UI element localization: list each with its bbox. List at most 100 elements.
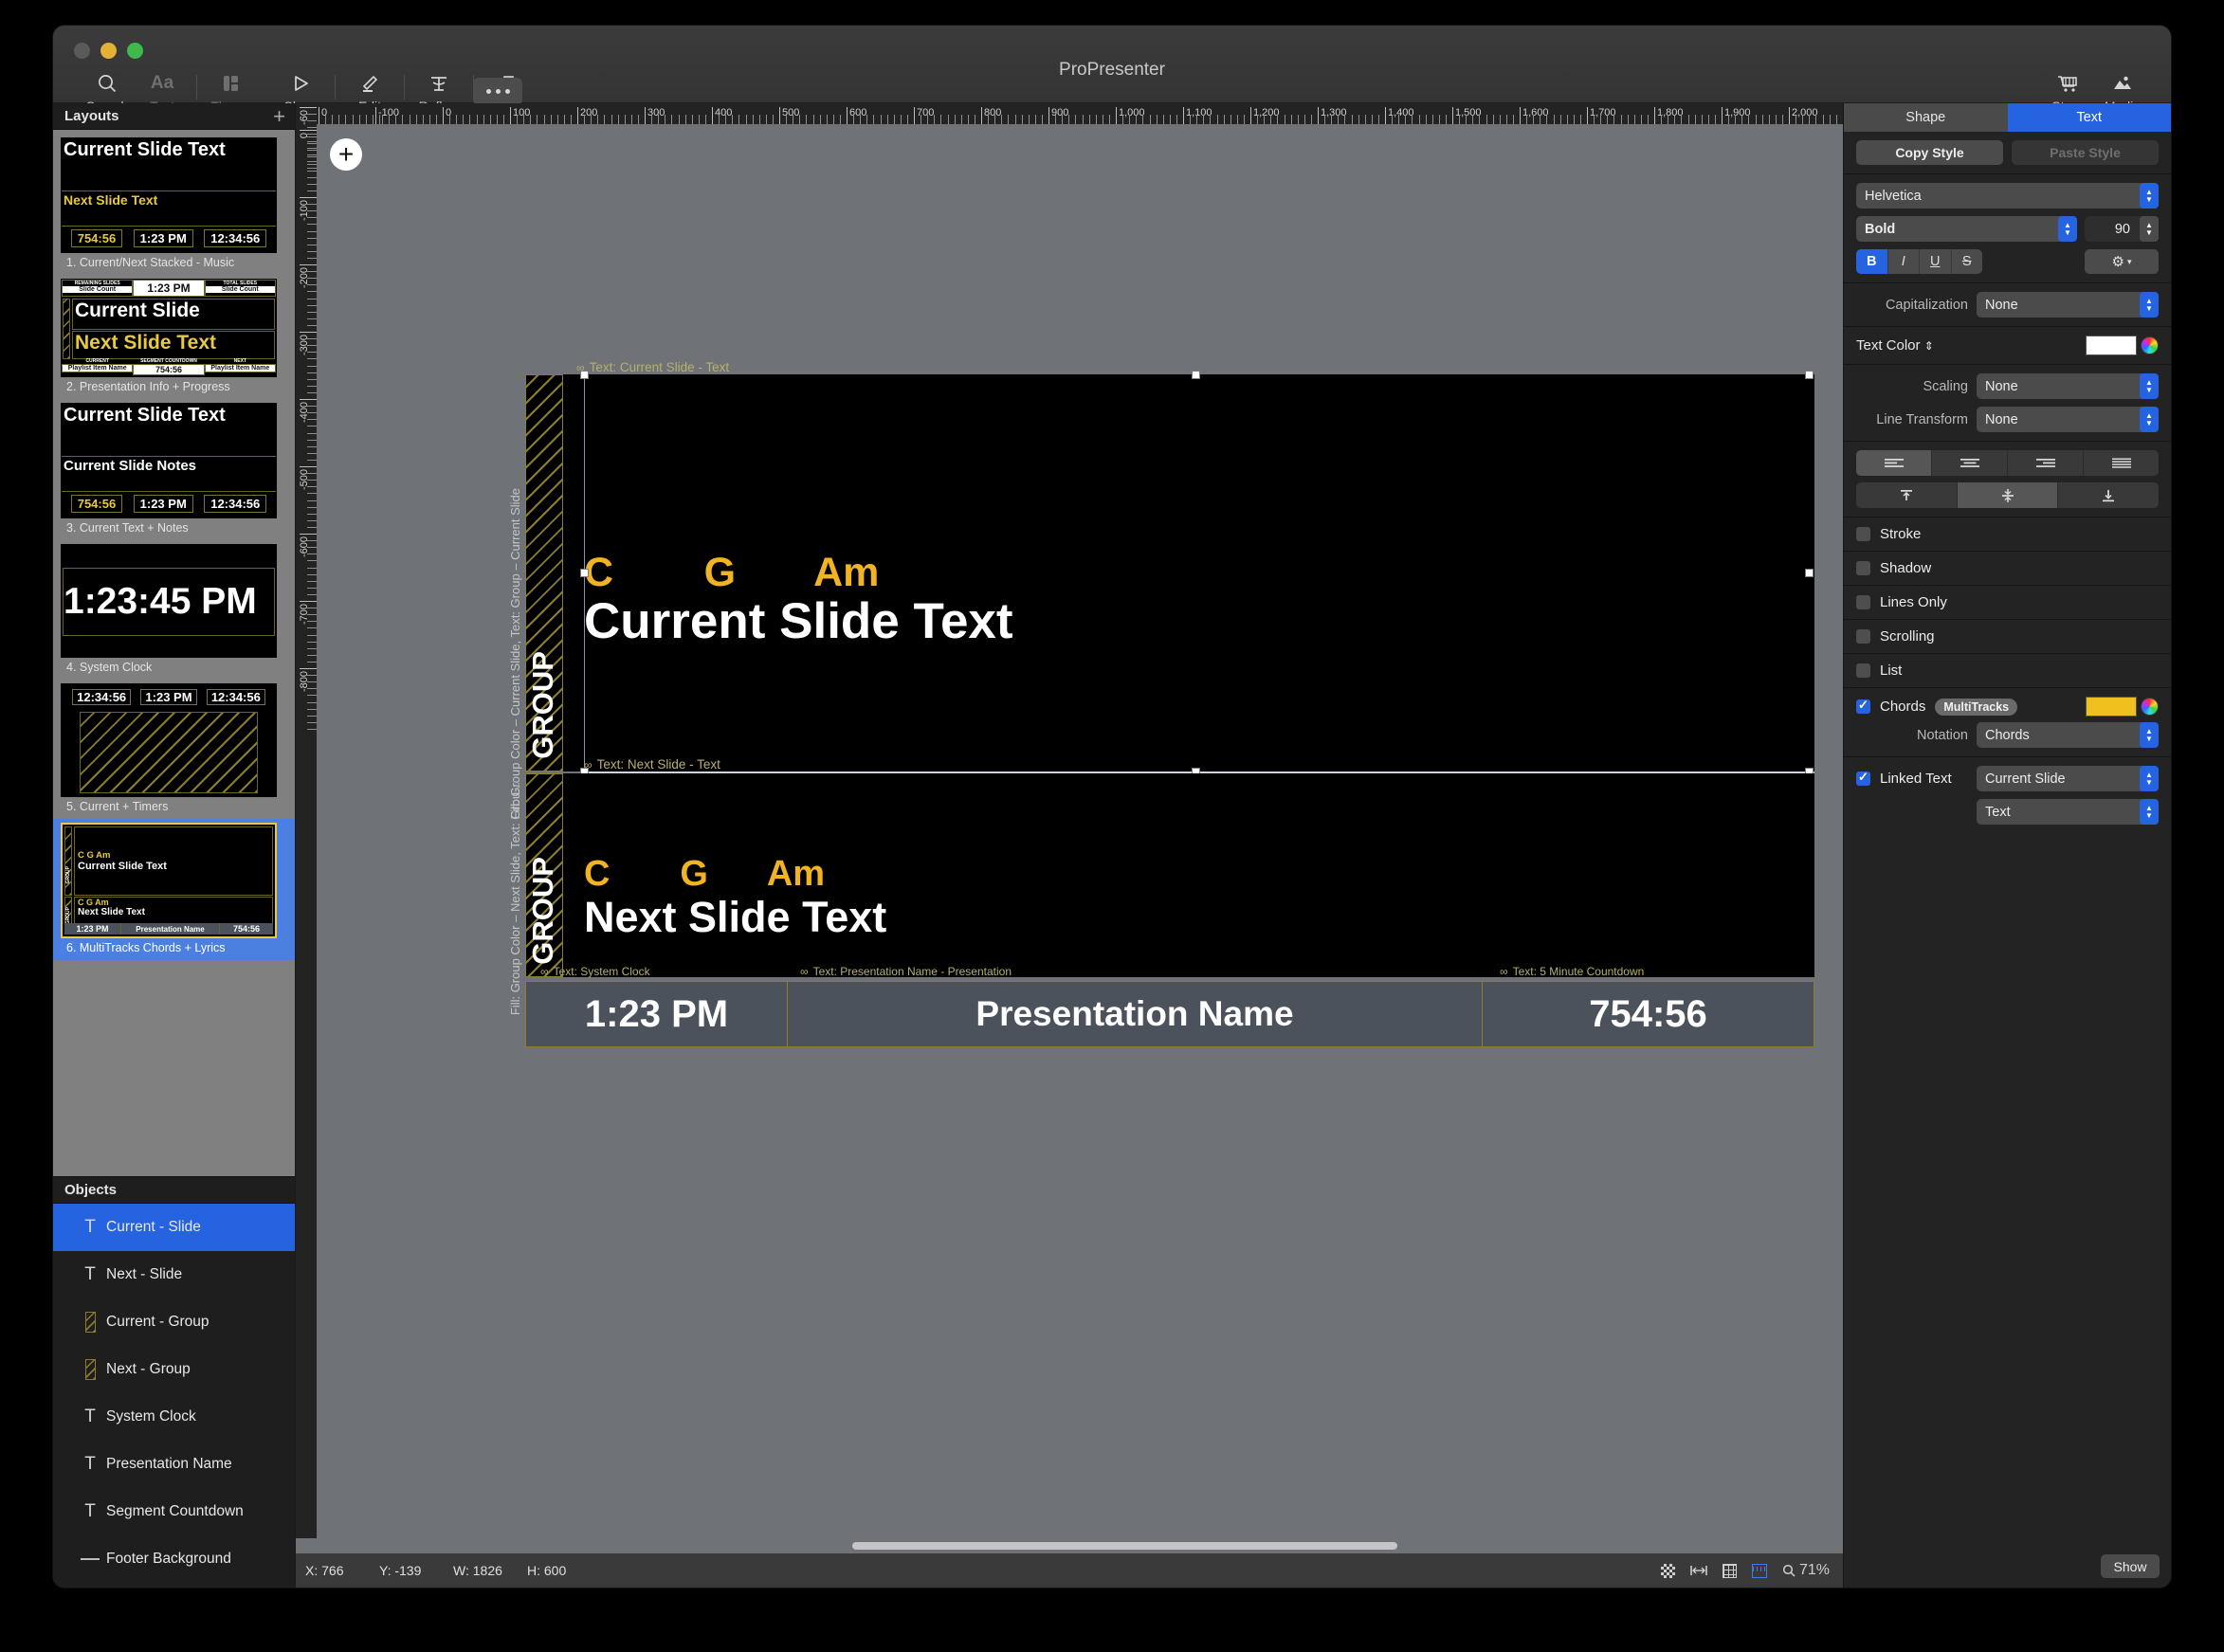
tab-shape[interactable]: Shape bbox=[1844, 103, 2008, 132]
underline-toggle[interactable]: U bbox=[1920, 249, 1952, 274]
linked-text-checkbox[interactable] bbox=[1856, 770, 1870, 786]
tab-text[interactable]: Text bbox=[2007, 103, 2171, 132]
chevron-updown-icon[interactable]: ▲ ▼ bbox=[2140, 407, 2159, 432]
shadow-checkbox[interactable] bbox=[1856, 561, 1870, 575]
zoom-level[interactable]: 71% bbox=[1782, 1562, 1830, 1579]
italic-toggle[interactable]: I bbox=[1888, 249, 1920, 274]
next-group-strip[interactable]: GROUP bbox=[525, 773, 563, 977]
chevron-updown-icon[interactable]: ▲ ▼ bbox=[2140, 799, 2159, 825]
inspector-tabs[interactable]: Shape Text bbox=[1844, 103, 2171, 132]
selection-handle-tl[interactable] bbox=[580, 371, 589, 379]
horizontal-align-group[interactable] bbox=[1856, 450, 2159, 476]
selection-handle-tc[interactable] bbox=[1192, 371, 1200, 379]
add-layout-button[interactable]: + bbox=[273, 105, 285, 127]
current-slide-box[interactable]: GROUP C G Am Current Slide Text bbox=[525, 374, 1814, 772]
canvas-viewport[interactable]: + ∞ Text: Current Slide - Text Fill: Gro… bbox=[317, 124, 1843, 1538]
text-options-gear-button[interactable]: ⚙ ▾ bbox=[2085, 249, 2159, 274]
scrollbar-thumb[interactable] bbox=[852, 1542, 1397, 1550]
object-row-presentation-name[interactable]: T Presentation Name bbox=[53, 1441, 295, 1488]
show-button[interactable]: Show bbox=[2101, 1554, 2160, 1578]
scrolling-checkbox[interactable] bbox=[1856, 629, 1870, 644]
object-row-next-group[interactable]: Next - Group bbox=[53, 1346, 295, 1393]
scrolling-row[interactable]: Scrolling bbox=[1844, 620, 2171, 654]
object-row-system-clock[interactable]: T System Clock bbox=[53, 1393, 295, 1441]
paste-style-button[interactable]: Paste Style bbox=[2012, 140, 2159, 165]
font-size-stepper[interactable]: ▲ ▼ bbox=[2140, 216, 2159, 242]
layout-item-4[interactable]: 1:23:45 PM 4. System Clock bbox=[53, 540, 295, 680]
color-wheel-icon[interactable] bbox=[2141, 336, 2159, 354]
object-row-current-slide[interactable]: T Current - Slide bbox=[53, 1204, 295, 1251]
add-object-button[interactable]: + bbox=[330, 138, 362, 171]
chords-row[interactable]: Chords MultiTracks bbox=[1844, 688, 2171, 720]
align-top-icon[interactable] bbox=[1856, 482, 1958, 508]
capitalization-select[interactable]: None ▲ ▼ bbox=[1977, 292, 2159, 318]
object-row-next-slide[interactable]: T Next - Slide bbox=[53, 1251, 295, 1298]
layout-item-5[interactable]: 12:34:56 1:23 PM 12:34:56 5. Current + T… bbox=[53, 680, 295, 819]
horizontal-ruler[interactable]: 0 -100 0 100 200 300 400 500 600 700 800 900 1,000 1,… bbox=[317, 103, 1843, 124]
list-row[interactable]: List bbox=[1844, 654, 2171, 688]
window-controls[interactable] bbox=[74, 43, 143, 59]
layouts-list[interactable]: Current Slide Text Next Slide Text 754:5… bbox=[53, 130, 295, 1176]
scaling-select[interactable]: None ▲ ▼ bbox=[1977, 373, 2159, 399]
vertical-ruler[interactable]: -60 0 -100 -200 -300 -400 -500 -600 -700 -800 bbox=[296, 103, 317, 1538]
object-row-footer-background[interactable]: Footer Background bbox=[53, 1535, 295, 1583]
lines-only-checkbox[interactable] bbox=[1856, 595, 1870, 609]
footer-countdown-cell[interactable]: 754:56 bbox=[1482, 981, 1814, 1047]
selection-handle-mr[interactable] bbox=[1805, 569, 1814, 577]
maximize-button[interactable] bbox=[127, 43, 143, 59]
minimize-button[interactable] bbox=[100, 43, 117, 59]
object-row-current-group[interactable]: Current - Group bbox=[53, 1298, 295, 1346]
objects-list[interactable]: T Current - Slide T Next - Slide Current… bbox=[53, 1204, 295, 1588]
transparency-checker-icon[interactable] bbox=[1660, 1563, 1675, 1578]
footer-name-cell[interactable]: Presentation Name bbox=[787, 981, 1483, 1047]
font-weight-select[interactable]: Bold ▲ ▼ bbox=[1856, 216, 2077, 242]
canvas-horizontal-scrollbar[interactable] bbox=[317, 1538, 1843, 1553]
stroke-row[interactable]: Stroke bbox=[1844, 517, 2171, 552]
layout-item-1[interactable]: Current Slide Text Next Slide Text 754:5… bbox=[53, 134, 295, 275]
font-family-select[interactable]: Helvetica ▲ ▼ bbox=[1856, 183, 2159, 209]
strikethrough-toggle[interactable]: S bbox=[1952, 249, 1983, 274]
layout-item-3[interactable]: Current Slide Text Current Slide Notes 7… bbox=[53, 399, 295, 540]
chevron-updown-icon[interactable]: ▲ ▼ bbox=[2140, 766, 2159, 791]
grid-icon[interactable] bbox=[1722, 1563, 1737, 1578]
stroke-checkbox[interactable] bbox=[1856, 527, 1870, 541]
align-bottom-icon[interactable] bbox=[2058, 482, 2159, 508]
chevron-updown-icon[interactable]: ▲ ▼ bbox=[2140, 373, 2159, 399]
chevron-updown-icon[interactable]: ▲ ▼ bbox=[2140, 183, 2159, 209]
align-middle-icon[interactable] bbox=[1957, 482, 2059, 508]
line-transform-select[interactable]: None ▲ ▼ bbox=[1977, 407, 2159, 432]
toolbar-more-button[interactable] bbox=[473, 78, 522, 105]
align-justify-icon[interactable] bbox=[2084, 450, 2159, 476]
chevron-updown-icon[interactable]: ▲ ▼ bbox=[2058, 216, 2077, 242]
layout-item-2[interactable]: REMAINING SLIDES Slide Count 1:23 PM TOT… bbox=[53, 275, 295, 399]
object-row-segment-countdown[interactable]: T Segment Countdown bbox=[53, 1488, 295, 1535]
text-style-toggles[interactable]: B I U S bbox=[1856, 249, 1982, 274]
align-right-icon[interactable] bbox=[2008, 450, 2084, 476]
next-slide-box[interactable]: GROUP C G Am Next Slide Text bbox=[525, 773, 1814, 977]
close-button[interactable] bbox=[74, 43, 90, 59]
list-checkbox[interactable] bbox=[1856, 663, 1870, 678]
chevron-updown-icon[interactable]: ▲ ▼ bbox=[2140, 292, 2159, 318]
linked-text-source-select[interactable]: Current Slide ▲ ▼ bbox=[1977, 766, 2159, 791]
layout-item-6[interactable]: GROUP C G Am Current Slide Text GROUP C … bbox=[53, 819, 295, 960]
copy-style-button[interactable]: Copy Style bbox=[1856, 140, 2003, 165]
selection-handle-ml[interactable] bbox=[580, 569, 589, 577]
footer-clock-cell[interactable]: 1:23 PM bbox=[525, 981, 788, 1047]
shadow-row[interactable]: Shadow bbox=[1844, 552, 2171, 586]
notation-select[interactable]: Chords ▲ ▼ bbox=[1977, 722, 2159, 748]
ruler-icon[interactable] bbox=[1751, 1563, 1767, 1578]
current-group-strip[interactable]: GROUP bbox=[525, 374, 563, 772]
lines-only-row[interactable]: Lines Only bbox=[1844, 586, 2171, 620]
font-size-input[interactable]: 90 ▲ ▼ bbox=[2085, 216, 2159, 242]
chords-color-swatch[interactable] bbox=[2086, 697, 2137, 717]
align-left-icon[interactable] bbox=[1856, 450, 1932, 476]
chevron-updown-icon[interactable]: ▲ ▼ bbox=[2140, 722, 2159, 748]
align-center-icon[interactable] bbox=[1932, 450, 2008, 476]
fit-width-icon[interactable] bbox=[1690, 1564, 1707, 1577]
chords-checkbox[interactable] bbox=[1856, 698, 1870, 714]
bold-toggle[interactable]: B bbox=[1856, 249, 1888, 274]
linked-text-field-select[interactable]: Text ▲ ▼ bbox=[1977, 799, 2159, 825]
selection-handle-tr[interactable] bbox=[1805, 371, 1814, 379]
chords-color-wheel-icon[interactable] bbox=[2141, 698, 2159, 716]
text-color-swatch[interactable] bbox=[2086, 336, 2137, 355]
